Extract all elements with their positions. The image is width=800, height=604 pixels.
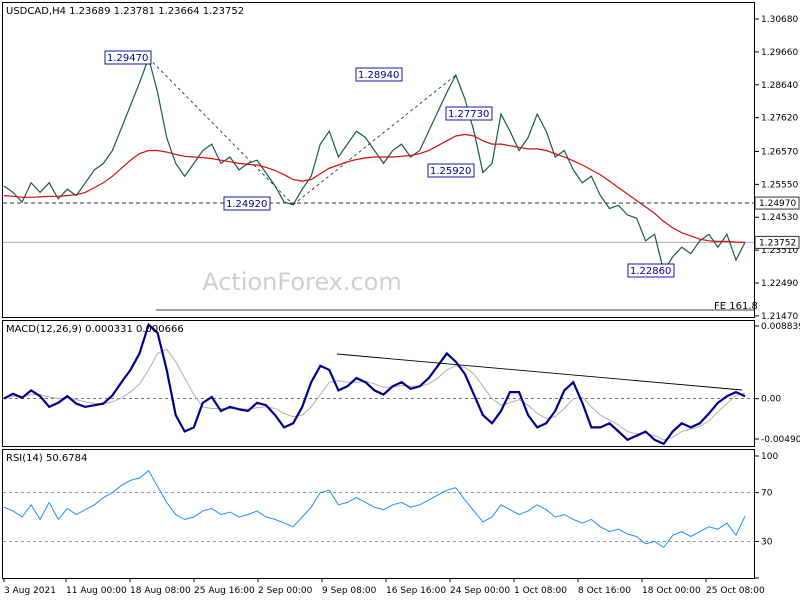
macd-panel-title: MACD(12,26,9) 0.000331 0.000666 (6, 324, 184, 335)
x-axis-label: 2 Sep 00:00 (258, 586, 313, 596)
chart-root: ActionForex.com 1.29470 1.24920 1.28940 1.2… (0, 0, 800, 600)
price-annotation-label: 1.22860 (630, 266, 671, 277)
macd-y-tick-label: -0.004907 (761, 435, 800, 445)
price-annotation-label: 1.24920 (226, 199, 267, 210)
rsi-panel-title: RSI(14) 50.6784 (6, 453, 87, 464)
current-price-value: 1.23752 (759, 238, 796, 248)
watermark: ActionForex.com (202, 268, 402, 296)
x-axis-label: 25 Aug 16:00 (194, 586, 255, 596)
price-annotation-label: 1.27730 (448, 109, 489, 120)
x-axis-label: 11 Aug 00:00 (66, 586, 127, 596)
price-y-tick-label: 1.28640 (761, 81, 798, 91)
macd-panel-frame (2, 320, 755, 447)
price-y-tick-label: 1.25550 (761, 180, 798, 190)
x-axis-label: 18 Aug 08:00 (130, 586, 191, 596)
x-axis-label: 3 Aug 2021 (4, 586, 56, 596)
support-level-value: 1.24970 (759, 199, 796, 209)
fib-extension-label: FE 161.8 (714, 301, 758, 312)
price-y-tick-label: 1.29660 (761, 48, 798, 58)
price-y-tick-label: 1.22490 (761, 279, 798, 289)
price-annotation-label: 1.25920 (430, 166, 471, 177)
x-axis-label: 8 Oct 16:00 (578, 586, 631, 596)
price-y-tick-label: 1.30680 (761, 15, 798, 25)
price-y-tick-label: 1.27620 (761, 114, 798, 124)
rsi-panel-frame (2, 449, 755, 579)
x-axis-label: 25 Oct 08:00 (706, 586, 765, 596)
macd-y-tick-label: 0.008839 (761, 322, 800, 332)
x-axis-label: 24 Sep 00:00 (450, 586, 510, 596)
x-axis-label: 16 Sep 16:00 (386, 586, 446, 596)
rsi-y-tick-label: 30 (761, 537, 773, 547)
price-y-tick-label: 1.21470 (761, 312, 798, 322)
x-axis-label: 9 Sep 08:00 (322, 586, 377, 596)
chart-canvas: ActionForex.com 1.29470 1.24920 1.28940 1.2… (2, 2, 800, 596)
x-axis-label: 18 Oct 00:00 (642, 586, 701, 596)
price-y-tick-label: 1.24530 (761, 213, 798, 223)
price-annotation-label: 1.29470 (107, 53, 148, 64)
rsi-y-tick-label: 100 (761, 452, 778, 462)
price-annotation-label: 1.28940 (358, 70, 399, 81)
rsi-y-tick-label: 70 (761, 489, 773, 499)
price-panel-title: USDCAD,H4 1.23689 1.23781 1.23664 1.2375… (6, 6, 244, 17)
x-axis-label: 1 Oct 08:00 (514, 586, 567, 596)
price-y-tick-label: 1.26570 (761, 147, 798, 157)
macd-y-tick-label: 0.00 (761, 395, 781, 405)
